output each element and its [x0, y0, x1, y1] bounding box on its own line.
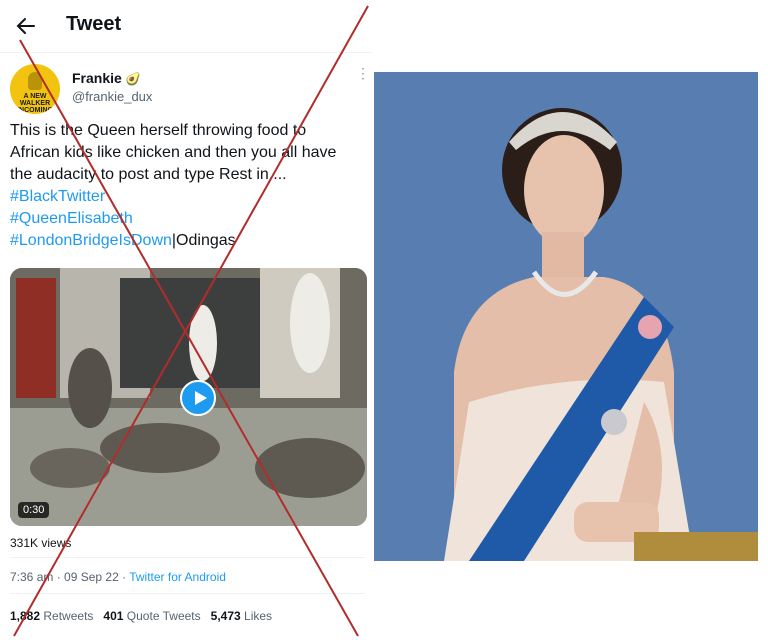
display-name-text: Frankie [72, 70, 122, 86]
tweet-meta: 7:36 am · 09 Sep 22 · Twitter for Androi… [10, 570, 226, 584]
arrow-left-icon[interactable] [14, 14, 38, 38]
tweet-line: This is the Queen herself throwing food … [10, 122, 307, 139]
tweet-line: African kids like chicken and then you a… [10, 144, 337, 161]
hashtag-link[interactable]: #QueenElisabeth [10, 210, 133, 227]
quote-tweets-label: Quote Tweets [126, 609, 201, 623]
divider [10, 593, 365, 594]
tweet-header: Tweet [0, 0, 372, 53]
tweet-trailing-text: |Odingas [171, 232, 236, 249]
tweet-stats: 1,882 Retweets 401 Quote Tweets 5,473 Li… [10, 609, 272, 623]
avatar[interactable]: A NEW WALKER INCOMING [10, 64, 60, 114]
retweets-count: 1,882 [10, 609, 41, 623]
tweet-date[interactable]: 09 Sep 22 [64, 570, 119, 584]
video-player[interactable]: 0:30 [10, 268, 367, 526]
tweet-line: the audacity to post and type Rest in...… [10, 166, 287, 183]
retweets-stat[interactable]: 1,882 Retweets [10, 609, 93, 623]
likes-label: Likes [244, 609, 273, 623]
play-icon[interactable] [180, 380, 216, 416]
tweet-text: This is the Queen herself throwing food … [10, 120, 365, 252]
quote-tweets-count: 401 [103, 609, 124, 623]
avocado-emoji-icon: 🥑 [125, 72, 141, 86]
avatar-logo-text: A NEW WALKER INCOMING [17, 93, 53, 114]
tweet-panel: Tweet A NEW WALKER INCOMING Frankie 🥑 @f… [0, 0, 372, 640]
meta-separator: · [53, 570, 65, 584]
view-count: 331K views [10, 536, 72, 550]
retweets-label: Retweets [43, 609, 94, 623]
likes-count: 5,473 [210, 609, 241, 623]
avatar-figure [28, 72, 42, 90]
more-vertical-icon[interactable]: ⋮ [356, 66, 370, 80]
portrait-illustration [374, 72, 758, 561]
hashtag-link[interactable]: #LondonBridgeIsDown [10, 232, 172, 249]
author-handle[interactable]: @frankie_dux [72, 89, 152, 104]
divider [10, 557, 365, 558]
page-title: Tweet [66, 13, 122, 35]
tweet-time[interactable]: 7:36 am [10, 570, 53, 584]
author-display-name[interactable]: Frankie 🥑 [72, 70, 141, 86]
quote-tweets-stat[interactable]: 401 Quote Tweets [103, 609, 200, 623]
hashtag-link[interactable]: #BlackTwitter [10, 188, 105, 205]
video-duration: 0:30 [18, 502, 50, 518]
tweet-source[interactable]: Twitter for Android [129, 570, 226, 584]
meta-separator: · [118, 570, 130, 584]
queen-portrait-photo [374, 72, 758, 561]
likes-stat[interactable]: 5,473 Likes [211, 609, 272, 623]
